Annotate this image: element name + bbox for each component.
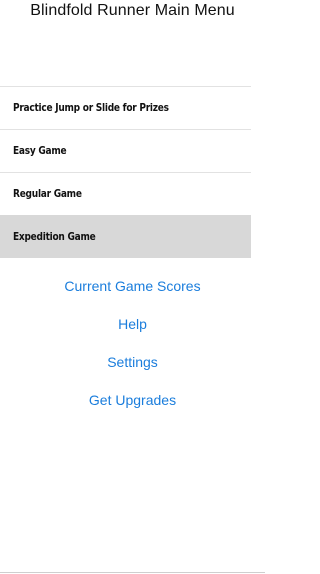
help-link[interactable]: Help xyxy=(0,314,265,352)
bottom-divider xyxy=(0,572,265,573)
menu-item-easy-game[interactable]: Easy Game xyxy=(0,129,251,172)
secondary-links: Current Game Scores Help Settings Get Up… xyxy=(0,276,265,428)
settings-link[interactable]: Settings xyxy=(0,352,265,390)
current-game-scores-link[interactable]: Current Game Scores xyxy=(0,276,265,314)
main-menu-screen: Blindfold Runner Main Menu Practice Jump… xyxy=(0,0,265,574)
menu-item-regular-game[interactable]: Regular Game xyxy=(0,172,251,215)
page-title: Blindfold Runner Main Menu xyxy=(30,2,235,19)
menu-item-label: Easy Game xyxy=(13,145,67,157)
get-upgrades-link[interactable]: Get Upgrades xyxy=(0,390,265,428)
menu-item-label: Regular Game xyxy=(13,188,82,200)
menu-item-expedition-game[interactable]: Expedition Game xyxy=(0,215,251,258)
menu-item-label: Expedition Game xyxy=(13,231,96,243)
menu-item-label: Practice Jump or Slide for Prizes xyxy=(13,102,169,114)
game-mode-menu: Practice Jump or Slide for Prizes Easy G… xyxy=(0,86,251,258)
menu-item-practice[interactable]: Practice Jump or Slide for Prizes xyxy=(0,86,251,129)
